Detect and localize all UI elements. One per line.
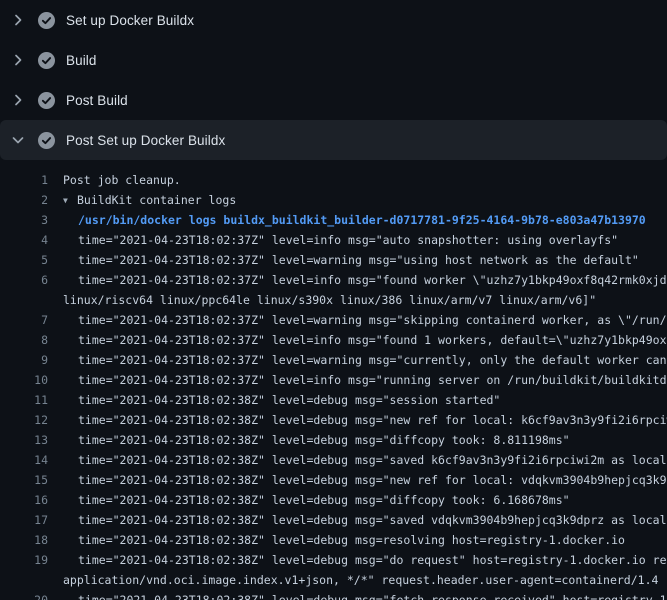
- log-line: 9time="2021-04-23T18:02:37Z" level=warni…: [0, 350, 667, 370]
- line-number[interactable]: 18: [0, 530, 48, 550]
- chevron-right-icon: [10, 12, 26, 28]
- log-line: 14time="2021-04-23T18:02:38Z" level=debu…: [0, 450, 667, 470]
- log-text: time="2021-04-23T18:02:38Z" level=debug …: [48, 430, 570, 450]
- line-number[interactable]: 6: [0, 270, 48, 290]
- log-line-wrap: linux/riscv64 linux/ppc64le linux/s390x …: [0, 290, 667, 310]
- log-line: 19time="2021-04-23T18:02:38Z" level=debu…: [0, 550, 667, 570]
- line-number[interactable]: 10: [0, 370, 48, 390]
- step-row[interactable]: Post Set up Docker Buildx: [0, 120, 667, 160]
- log-line: 20time="2021-04-23T18:02:38Z" level=debu…: [0, 590, 667, 600]
- line-number[interactable]: 15: [0, 470, 48, 490]
- step-label: Set up Docker Buildx: [66, 13, 194, 28]
- steps-list: Set up Docker Buildx Build Post Build Post …: [0, 0, 667, 160]
- log-text: time="2021-04-23T18:02:37Z" level=info m…: [48, 330, 667, 350]
- log-text: time="2021-04-23T18:02:38Z" level=debug …: [48, 470, 667, 490]
- step-label: Build: [66, 53, 97, 68]
- log-line: 1Post job cleanup.: [0, 170, 667, 190]
- step-row[interactable]: Build: [0, 40, 667, 80]
- log-text: time="2021-04-23T18:02:38Z" level=debug …: [48, 590, 667, 600]
- line-number[interactable]: 1: [0, 170, 48, 190]
- log-line: 5time="2021-04-23T18:02:37Z" level=warni…: [0, 250, 667, 270]
- check-circle-icon: [38, 12, 55, 29]
- step-label: Post Build: [66, 93, 128, 108]
- log-text: time="2021-04-23T18:02:38Z" level=debug …: [48, 390, 500, 410]
- log-line: 4time="2021-04-23T18:02:37Z" level=info …: [0, 230, 667, 250]
- log-group-title: BuildKit container logs: [77, 193, 236, 207]
- log-text: linux/riscv64 linux/ppc64le linux/s390x …: [48, 290, 596, 310]
- log-line: 13time="2021-04-23T18:02:38Z" level=debu…: [0, 430, 667, 450]
- log-text: time="2021-04-23T18:02:38Z" level=debug …: [48, 510, 667, 530]
- chevron-right-icon: [10, 52, 26, 68]
- chevron-right-icon: [10, 92, 26, 108]
- step-row[interactable]: Set up Docker Buildx: [0, 0, 667, 40]
- line-number[interactable]: 17: [0, 510, 48, 530]
- check-circle-icon: [38, 92, 55, 109]
- log-text: time="2021-04-23T18:02:37Z" level=warnin…: [48, 250, 639, 270]
- line-number[interactable]: 20: [0, 590, 48, 600]
- log-line: 3/usr/bin/docker logs buildx_buildkit_bu…: [0, 210, 667, 230]
- log-text: time="2021-04-23T18:02:37Z" level=info m…: [48, 230, 618, 250]
- log-text: time="2021-04-23T18:02:38Z" level=debug …: [48, 490, 570, 510]
- log-command-text: /usr/bin/docker logs buildx_buildkit_bui…: [48, 210, 646, 230]
- line-number[interactable]: 13: [0, 430, 48, 450]
- log-line: 18time="2021-04-23T18:02:38Z" level=debu…: [0, 530, 667, 550]
- log-line: 17time="2021-04-23T18:02:38Z" level=debu…: [0, 510, 667, 530]
- check-circle-icon: [38, 52, 55, 69]
- line-number[interactable]: 5: [0, 250, 48, 270]
- line-number[interactable]: 12: [0, 410, 48, 430]
- line-number[interactable]: 14: [0, 450, 48, 470]
- line-number[interactable]: 8: [0, 330, 48, 350]
- log-text: time="2021-04-23T18:02:37Z" level=warnin…: [48, 310, 667, 330]
- log-line-wrap: application/vnd.oci.image.index.v1+json,…: [0, 570, 667, 590]
- log-text: time="2021-04-23T18:02:38Z" level=debug …: [48, 410, 667, 430]
- log-group-header[interactable]: ▼BuildKit container logs: [48, 190, 236, 210]
- line-number: [0, 290, 48, 310]
- check-circle-icon: [38, 132, 55, 149]
- log-text: time="2021-04-23T18:02:37Z" level=info m…: [48, 270, 667, 290]
- group-collapse-toggle-icon[interactable]: ▼: [63, 191, 77, 210]
- log-line: 7time="2021-04-23T18:02:37Z" level=warni…: [0, 310, 667, 330]
- log-line: 15time="2021-04-23T18:02:38Z" level=debu…: [0, 470, 667, 490]
- log-container: 1Post job cleanup.2▼BuildKit container l…: [0, 160, 667, 600]
- log-text: time="2021-04-23T18:02:38Z" level=debug …: [48, 530, 625, 550]
- line-number[interactable]: 9: [0, 350, 48, 370]
- log-text: time="2021-04-23T18:02:37Z" level=info m…: [48, 370, 667, 390]
- line-number[interactable]: 3: [0, 210, 48, 230]
- log-text: application/vnd.oci.image.index.v1+json,…: [48, 570, 658, 590]
- log-line: 10time="2021-04-23T18:02:37Z" level=info…: [0, 370, 667, 390]
- log-line: 12time="2021-04-23T18:02:38Z" level=debu…: [0, 410, 667, 430]
- log-text: time="2021-04-23T18:02:37Z" level=warnin…: [48, 350, 667, 370]
- line-number[interactable]: 7: [0, 310, 48, 330]
- line-number[interactable]: 4: [0, 230, 48, 250]
- step-label: Post Set up Docker Buildx: [66, 133, 225, 148]
- step-row[interactable]: Post Build: [0, 80, 667, 120]
- log-text: time="2021-04-23T18:02:38Z" level=debug …: [48, 450, 667, 470]
- line-number[interactable]: 2: [0, 190, 48, 210]
- line-number: [0, 570, 48, 590]
- log-line: 11time="2021-04-23T18:02:38Z" level=debu…: [0, 390, 667, 410]
- log-line: 16time="2021-04-23T18:02:38Z" level=debu…: [0, 490, 667, 510]
- workflow-log-viewer: Set up Docker Buildx Build Post Build Post …: [0, 0, 667, 600]
- line-number[interactable]: 11: [0, 390, 48, 410]
- chevron-down-icon: [10, 132, 26, 148]
- line-number[interactable]: 19: [0, 550, 48, 570]
- log-line: 8time="2021-04-23T18:02:37Z" level=info …: [0, 330, 667, 350]
- log-text: time="2021-04-23T18:02:38Z" level=debug …: [48, 550, 667, 570]
- log-line: 6time="2021-04-23T18:02:37Z" level=info …: [0, 270, 667, 290]
- log-text: Post job cleanup.: [48, 170, 181, 190]
- log-line: 2▼BuildKit container logs: [0, 190, 667, 210]
- line-number[interactable]: 16: [0, 490, 48, 510]
